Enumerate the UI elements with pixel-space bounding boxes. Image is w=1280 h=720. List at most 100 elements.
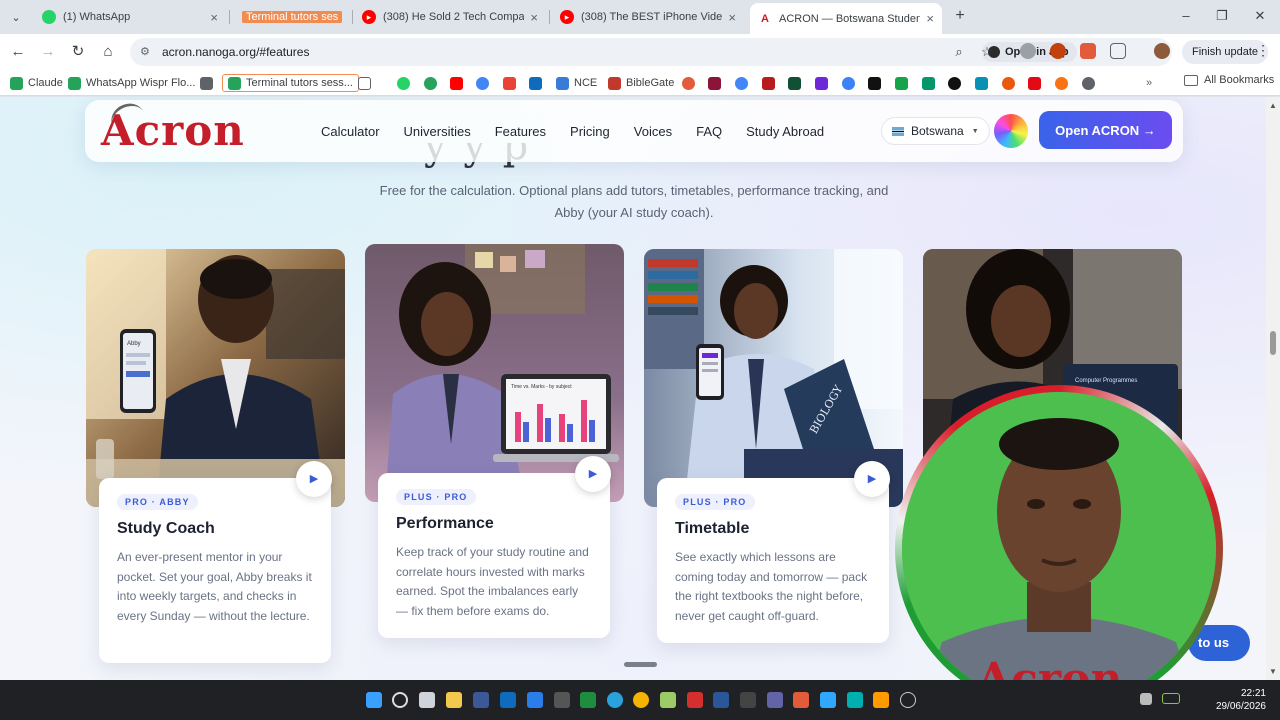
window-close-icon[interactable]: ✕ [1250, 6, 1270, 26]
more-menu-icon[interactable]: ⋮ [1256, 42, 1270, 59]
tab-search-menu[interactable]: ⌄ [6, 8, 26, 26]
play-video-button[interactable]: ▶ [854, 461, 890, 497]
apps-grid-icon[interactable] [358, 77, 371, 90]
volume-icon[interactable] [1140, 693, 1152, 705]
tab-terminal-tutors[interactable]: Terminal tutors ses [234, 4, 350, 30]
scroll-up-icon[interactable]: ▲ [1269, 101, 1277, 110]
home-button[interactable]: ⌂ [98, 42, 118, 62]
photoshop-icon[interactable] [820, 692, 836, 708]
tab-youtube-1[interactable]: ▸ (308) He Sold 2 Tech Companie × [354, 4, 546, 30]
telegram-icon[interactable] [607, 692, 623, 708]
youtube-icon[interactable] [450, 77, 463, 90]
file-explorer-icon[interactable] [446, 692, 462, 708]
forward-button[interactable]: → [38, 42, 58, 62]
bookmark-icon[interactable] [788, 77, 801, 90]
zoom-icon[interactable]: ⌕ [950, 43, 968, 61]
back-button[interactable]: ← [8, 42, 28, 62]
play-video-button[interactable]: ▶ [575, 456, 611, 492]
tab-whatsapp[interactable]: (1) WhatsApp × [34, 4, 226, 30]
reload-button[interactable]: ↻ [68, 42, 88, 62]
system-clock[interactable]: 22:21 29/06/2026 [1206, 687, 1266, 713]
close-icon[interactable]: × [210, 10, 218, 25]
open-acron-button[interactable]: Open ACRON → [1039, 111, 1172, 149]
app-icon[interactable] [660, 692, 676, 708]
acron-logo[interactable]: Acron [101, 98, 245, 155]
app-icon[interactable] [740, 692, 756, 708]
tab-youtube-2[interactable]: ▸ (308) The BEST iPhone Video Se × [552, 4, 744, 30]
nav-features[interactable]: Features [495, 124, 546, 139]
theme-color-wheel[interactable] [994, 114, 1028, 148]
gmail-icon[interactable] [503, 77, 516, 90]
bookmark-icon[interactable] [1002, 77, 1015, 90]
all-bookmarks-button[interactable]: All Bookmarks [1184, 74, 1274, 86]
extension-globe-icon[interactable] [1020, 43, 1036, 59]
nav-study-abroad[interactable]: Study Abroad [746, 124, 824, 139]
start-icon[interactable] [366, 692, 382, 708]
profile-avatar[interactable] [1154, 43, 1170, 59]
extension-icon[interactable] [1050, 43, 1066, 59]
nav-voices[interactable]: Voices [634, 124, 672, 139]
new-tab-button[interactable]: + [950, 6, 970, 26]
page-scrollbar[interactable]: ▲ ▼ [1266, 97, 1280, 680]
teams-icon[interactable] [767, 692, 783, 708]
nav-calculator[interactable]: Calculator [321, 124, 380, 139]
play-video-button[interactable]: ▶ [296, 461, 332, 497]
chrome-icon[interactable] [633, 692, 649, 708]
bookmark-claude[interactable]: Claude [10, 74, 63, 92]
close-icon[interactable]: × [530, 10, 538, 25]
scroll-down-icon[interactable]: ▼ [1269, 667, 1277, 676]
globe-icon[interactable] [1082, 77, 1095, 90]
bookmark-biblegate[interactable]: BibleGate [608, 74, 674, 92]
vscode-icon[interactable] [527, 692, 543, 708]
bookmark-whatsapp-wispr[interactable]: WhatsApp Wispr Flo... [68, 74, 195, 92]
app-icon[interactable] [900, 692, 916, 708]
battery-icon[interactable] [1162, 693, 1180, 704]
bookmark-icon[interactable] [842, 77, 855, 90]
bookmark-star-icon[interactable]: ☆ [978, 43, 996, 61]
claude-icon[interactable] [682, 77, 695, 90]
site-info-icon[interactable]: ⚙ [140, 45, 154, 59]
whatsapp-icon[interactable] [397, 77, 410, 90]
country-selector[interactable]: Botswana ▼ [881, 117, 990, 145]
more-bookmarks-icon[interactable]: » [1146, 74, 1152, 92]
bookmark-terminal-tutors[interactable]: Terminal tutors sess... [222, 74, 359, 92]
minimize-icon[interactable]: – [1176, 6, 1196, 26]
scrollbar-thumb[interactable] [1270, 331, 1276, 355]
bookmark-icon[interactable] [424, 77, 437, 90]
nav-pricing[interactable]: Pricing [570, 124, 610, 139]
terminal-icon[interactable] [554, 692, 570, 708]
bookmark-nce[interactable]: NCE [556, 74, 597, 92]
pdf-icon[interactable] [687, 692, 703, 708]
extension-claude-icon[interactable] [1080, 43, 1096, 59]
word-icon[interactable] [713, 692, 729, 708]
bookmark-icon[interactable] [735, 77, 748, 90]
bookmark-icon[interactable] [895, 77, 908, 90]
bookmark-icon[interactable] [922, 77, 935, 90]
claude-icon[interactable] [793, 692, 809, 708]
outlook-icon[interactable] [529, 77, 542, 90]
bookmark-icon[interactable] [200, 77, 213, 90]
carousel-indicator[interactable] [624, 662, 657, 667]
outlook-icon[interactable] [500, 692, 516, 708]
task-view-icon[interactable] [419, 692, 435, 708]
bookmark-icon[interactable] [975, 77, 988, 90]
bookmark-icon[interactable] [868, 77, 881, 90]
bookmark-icon[interactable] [815, 77, 828, 90]
search-icon[interactable] [392, 692, 408, 708]
google-icon[interactable] [476, 77, 489, 90]
address-bar[interactable]: ⚙ acron.nanoga.org/#features Open in app… [130, 38, 1172, 66]
bookmark-icon[interactable] [948, 77, 961, 90]
app-icon[interactable] [473, 692, 489, 708]
tab-acron-active[interactable]: A ACRON — Botswana Student P × [750, 3, 942, 34]
nav-faq[interactable]: FAQ [696, 124, 722, 139]
illustrator-icon[interactable] [873, 692, 889, 708]
extensions-puzzle-icon[interactable] [1110, 43, 1126, 59]
bookmark-icon[interactable] [762, 77, 775, 90]
bookmark-icon[interactable] [1055, 77, 1068, 90]
netflix-icon[interactable] [1028, 77, 1041, 90]
excel-icon[interactable] [580, 692, 596, 708]
bookmark-icon[interactable] [708, 77, 721, 90]
nav-universities[interactable]: Universities [404, 124, 471, 139]
app-icon[interactable] [847, 692, 863, 708]
close-icon[interactable]: × [728, 10, 736, 25]
